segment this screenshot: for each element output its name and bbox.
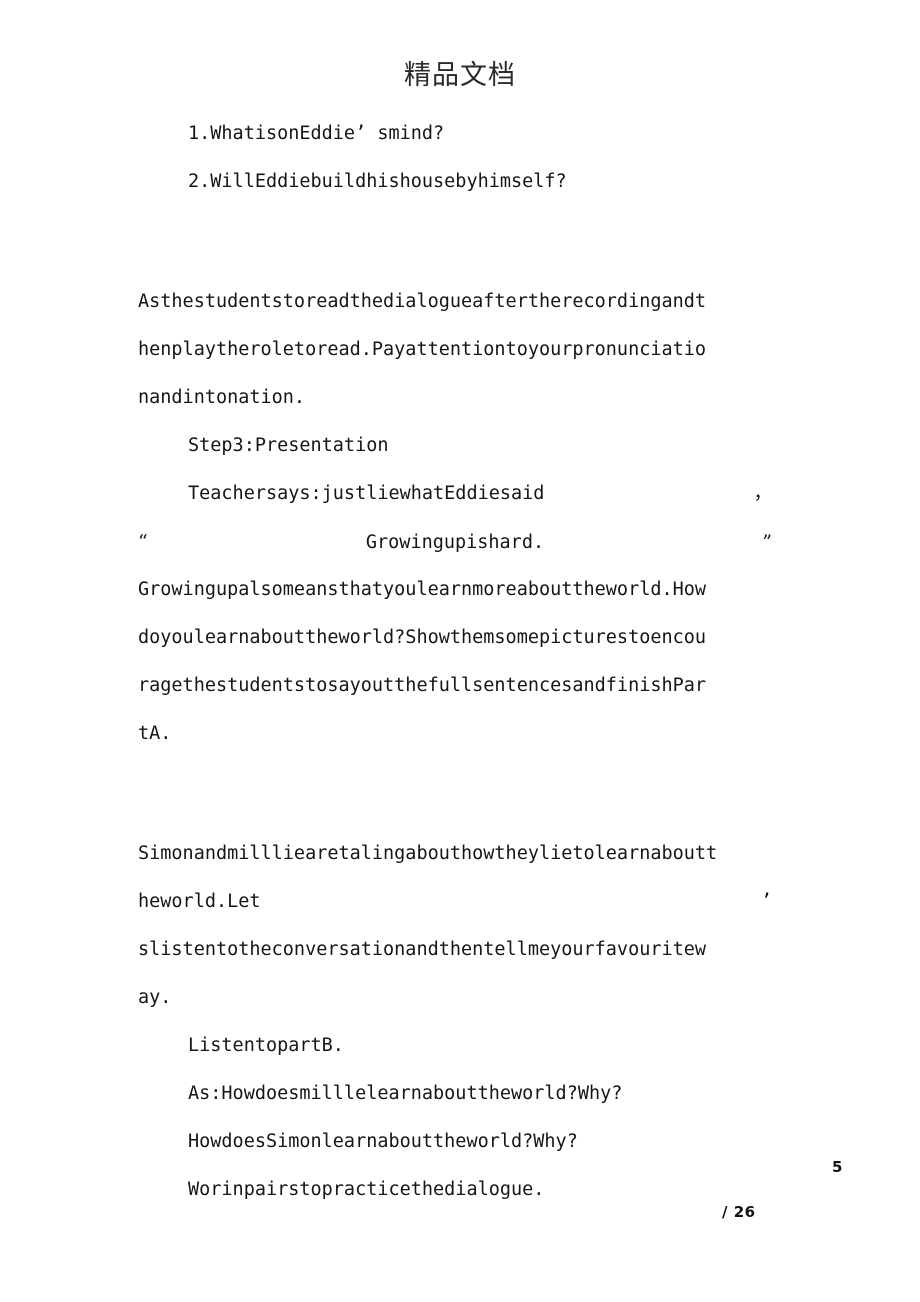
task-item: Worinpairstopracticethedialogue. <box>188 1179 545 1200</box>
paragraph-line: doyoulearnabouttheworld?Showthemsomepict… <box>138 627 707 648</box>
paragraph-line: tA. <box>138 723 172 744</box>
close-quote-mark: ” <box>762 531 772 553</box>
total-page-count: / 26 <box>722 1203 756 1221</box>
question-item: 1.WhatisonEddie’ smind? <box>188 123 445 144</box>
teacher-says-text: Teachersays:justliewhatEddiesaid <box>188 483 545 504</box>
paragraph-line: Asthestudentstoreadthedialogueafterthere… <box>138 291 707 312</box>
task-item: HowdoesSimonlearnabouttheworld?Why? <box>188 1131 578 1152</box>
paragraph-line: nandintonation. <box>138 387 306 408</box>
paragraph-line: slistentotheconversationandthentellmeyou… <box>138 939 707 960</box>
question-item: 2.WillEddiebuildhishousebyhimself? <box>188 171 567 192</box>
task-item: As:Howdoesmilllelearnabouttheworld?Why? <box>188 1083 623 1104</box>
paragraph-line-justified: heworld.Let ’ <box>138 878 772 926</box>
document-page: 精品文档 1.WhatisonEddie’ smind? 2.WillEddie… <box>0 0 920 1302</box>
paragraph-line-text: heworld.Let <box>138 891 261 912</box>
paragraph-line: henplaytheroletoread.Payattentiontoyourp… <box>138 339 707 360</box>
step3-heading: Step3:Presentation <box>188 435 389 456</box>
paragraph-trailing-apostrophe: ’ <box>760 891 772 912</box>
document-body: 1.WhatisonEddie’ smind? 2.WillEddiebuild… <box>138 110 772 1214</box>
paragraph-line: Growingupalsomeansthatyoulearnmoreaboutt… <box>138 579 707 600</box>
quoted-sentence-line: “ Growingupishard. ” <box>138 518 772 566</box>
open-quote-mark: “ <box>138 531 148 553</box>
paragraph-line: Simonandmillliearetalingabouthowtheyliet… <box>138 843 718 864</box>
paragraph-line: ragethestudentstosayoutthefullsentencesa… <box>138 675 707 696</box>
paragraph-line: ay. <box>138 987 172 1008</box>
teacher-says-line: Teachersays:justliewhatEddiesaid ， <box>138 470 772 518</box>
quoted-sentence-text: Growingupishard. <box>365 532 545 553</box>
current-page-number: 5 <box>832 1158 843 1176</box>
document-header-title: 精品文档 <box>404 60 516 91</box>
task-item: ListentopartB. <box>188 1035 344 1056</box>
teacher-says-trailing-punctuation: ， <box>753 483 772 504</box>
